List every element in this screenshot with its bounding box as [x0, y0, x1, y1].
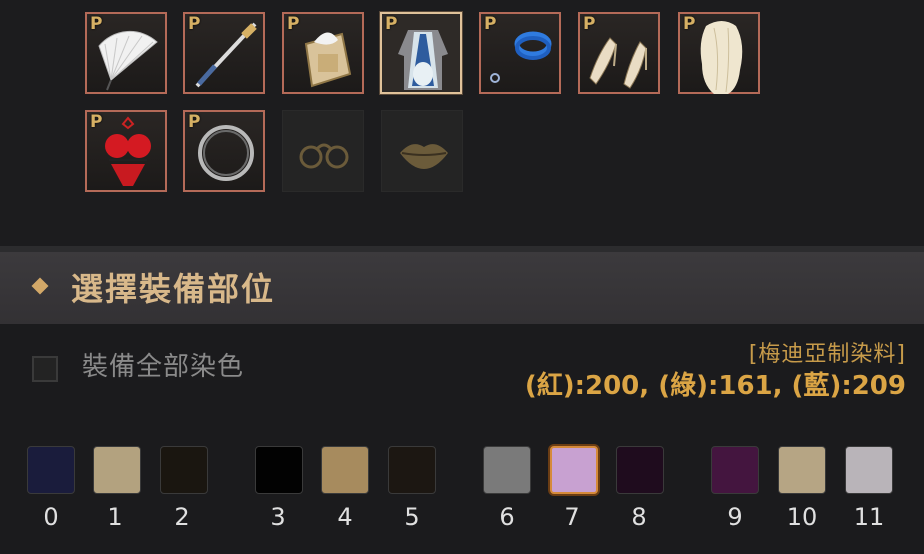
equipment-slot-wig[interactable]: P	[678, 12, 760, 94]
color-swatch-8[interactable]	[616, 446, 664, 494]
swatch-number: 3	[270, 503, 286, 531]
lips-icon	[400, 144, 448, 169]
dye-rgb-values: (紅):200, (綠):161, (藍):209	[524, 371, 906, 401]
equipment-slot-costume[interactable]: P	[380, 12, 462, 94]
swatch-number: 1	[107, 503, 123, 531]
color-swatch-0[interactable]	[27, 446, 75, 494]
glasses-icon	[299, 143, 349, 169]
dye-all-label[interactable]: 裝備全部染色	[82, 346, 244, 383]
premium-badge: P	[188, 14, 201, 34]
color-swatch-4[interactable]	[321, 446, 369, 494]
equipment-slot-lingerie[interactable]: P	[85, 110, 167, 192]
swatch-number: 8	[631, 503, 647, 531]
equipment-slot-glasses[interactable]	[282, 110, 364, 192]
equipment-panel: P P P P P P P P P	[0, 0, 924, 246]
swatch-number: 6	[499, 503, 515, 531]
dye-name: [梅迪亞制染料]	[748, 342, 906, 367]
color-swatch-7[interactable]	[550, 446, 598, 494]
color-swatch-1[interactable]	[93, 446, 141, 494]
color-swatch-3[interactable]	[255, 446, 303, 494]
swatch-number: 7	[564, 503, 580, 531]
swatch-number: 2	[174, 503, 190, 531]
equipment-slot-heels[interactable]: P	[578, 12, 660, 94]
equipment-slot-ring[interactable]: P	[183, 110, 265, 192]
color-swatch-9[interactable]	[711, 446, 759, 494]
color-swatch-10[interactable]	[778, 446, 826, 494]
premium-badge: P	[188, 112, 201, 132]
swatch-number: 11	[853, 503, 885, 531]
swatch-number: 0	[43, 503, 59, 531]
equipment-slot-sword[interactable]: P	[183, 12, 265, 94]
color-swatch-5[interactable]	[388, 446, 436, 494]
premium-badge: P	[90, 112, 103, 132]
premium-badge: P	[484, 14, 497, 34]
premium-badge: P	[90, 14, 103, 34]
premium-badge: P	[683, 14, 696, 34]
premium-badge: P	[287, 14, 300, 34]
section-title: 選擇裝備部位	[71, 270, 276, 308]
equipment-slot-scroll[interactable]: P	[282, 12, 364, 94]
equipment-slot-bracelet[interactable]: P	[479, 12, 561, 94]
swatch-number: 5	[404, 503, 420, 531]
swatch-number: 10	[786, 503, 818, 531]
equipment-slot-fan[interactable]: P	[85, 12, 167, 94]
equipment-slot-lips[interactable]	[381, 110, 463, 192]
color-swatch-11[interactable]	[845, 446, 893, 494]
swatch-number: 9	[727, 503, 743, 531]
dye-all-checkbox[interactable]	[32, 356, 58, 382]
color-swatch-6[interactable]	[483, 446, 531, 494]
color-swatch-2[interactable]	[160, 446, 208, 494]
premium-badge: P	[583, 14, 596, 34]
premium-badge: P	[385, 14, 398, 34]
swatch-number: 4	[337, 503, 353, 531]
